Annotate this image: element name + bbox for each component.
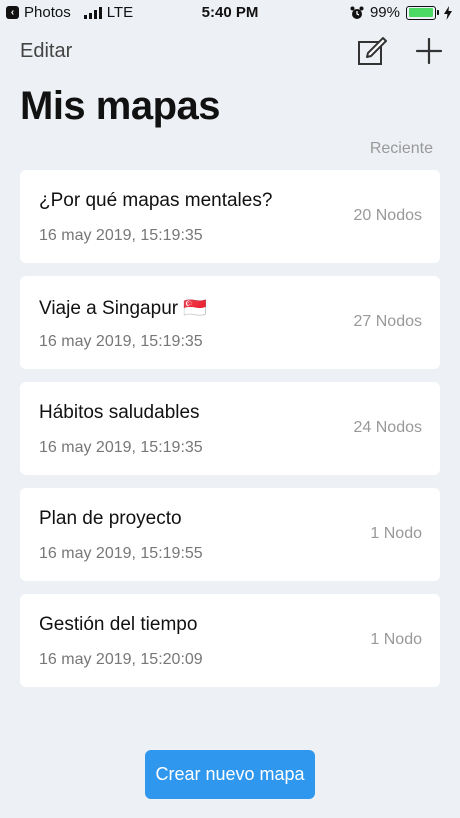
map-date: 16 may 2019, 15:20:09 bbox=[39, 651, 203, 668]
map-node-count: 27 Nodos bbox=[353, 313, 423, 330]
battery-fill bbox=[408, 8, 434, 17]
map-node-count: 1 Nodo bbox=[370, 525, 422, 542]
map-date: 16 may 2019, 15:19:35 bbox=[39, 439, 203, 456]
status-right: 99% bbox=[350, 4, 452, 21]
page-title: Mis mapas bbox=[20, 84, 221, 128]
map-card[interactable]: Hábitos saludables 16 may 2019, 15:19:35… bbox=[20, 382, 440, 475]
map-title: ¿Por qué mapas mentales? bbox=[39, 190, 273, 211]
charging-bolt-icon bbox=[444, 5, 452, 20]
map-title: Hábitos saludables bbox=[39, 402, 200, 423]
create-map-button[interactable]: Crear nuevo mapa bbox=[145, 750, 315, 799]
map-date: 16 may 2019, 15:19:35 bbox=[39, 333, 203, 350]
map-title: Plan de proyecto bbox=[39, 508, 182, 529]
map-date: 16 may 2019, 15:19:55 bbox=[39, 545, 203, 562]
battery-icon bbox=[406, 5, 439, 20]
map-card[interactable]: Viaje a Singapur 🇸🇬 16 may 2019, 15:19:3… bbox=[20, 276, 440, 369]
sort-label[interactable]: Reciente bbox=[370, 140, 433, 158]
status-bar: ‹ Photos LTE 5:40 PM 99% bbox=[0, 0, 460, 26]
map-title: Viaje a Singapur 🇸🇬 bbox=[39, 298, 208, 319]
map-node-count: 1 Nodo bbox=[370, 631, 422, 648]
map-card[interactable]: ¿Por qué mapas mentales? 16 may 2019, 15… bbox=[20, 170, 440, 263]
map-date: 16 may 2019, 15:19:35 bbox=[39, 227, 203, 244]
compose-icon[interactable] bbox=[356, 36, 388, 68]
map-card[interactable]: Gestión del tiempo 16 may 2019, 15:20:09… bbox=[20, 594, 440, 687]
battery-percent: 99% bbox=[369, 4, 400, 21]
alarm-icon bbox=[350, 6, 364, 19]
plus-icon[interactable] bbox=[414, 36, 444, 66]
map-title: Gestión del tiempo bbox=[39, 614, 198, 635]
map-list: ¿Por qué mapas mentales? 16 may 2019, 15… bbox=[20, 170, 440, 700]
edit-button[interactable]: Editar bbox=[20, 40, 72, 63]
map-node-count: 20 Nodos bbox=[353, 207, 423, 224]
map-card[interactable]: Plan de proyecto 16 may 2019, 15:19:55 1… bbox=[20, 488, 440, 581]
map-node-count: 24 Nodos bbox=[353, 419, 423, 436]
